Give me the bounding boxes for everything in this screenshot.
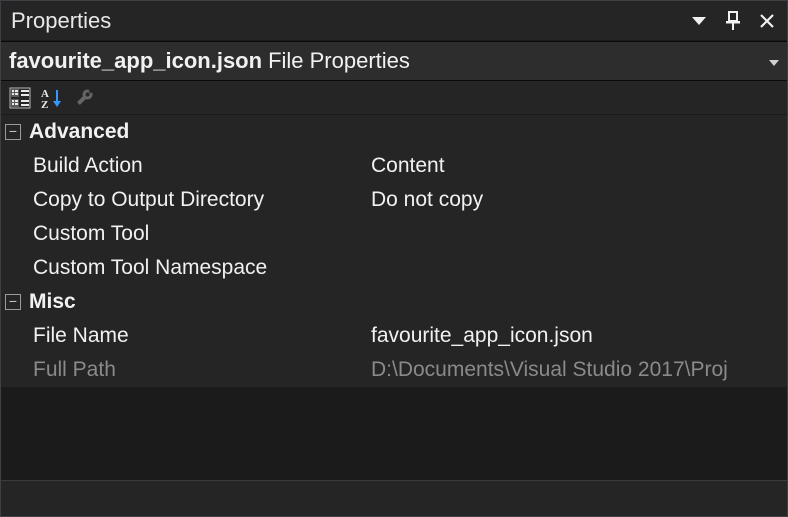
property-row[interactable]: Copy to Output DirectoryDo not copy bbox=[1, 183, 787, 217]
collapse-icon[interactable]: − bbox=[5, 294, 21, 310]
collapse-icon[interactable]: − bbox=[5, 124, 21, 140]
property-value[interactable]: D:\Documents\Visual Studio 2017\Proj bbox=[371, 358, 787, 382]
group-header[interactable]: −Misc bbox=[1, 285, 787, 319]
property-label: Copy to Output Directory bbox=[1, 188, 371, 212]
property-label: File Name bbox=[1, 324, 371, 348]
close-icon[interactable] bbox=[757, 11, 777, 31]
property-row[interactable]: Custom Tool Namespace bbox=[1, 251, 787, 285]
property-row[interactable]: Full PathD:\Documents\Visual Studio 2017… bbox=[1, 353, 787, 387]
svg-text:Z: Z bbox=[41, 99, 48, 109]
property-value[interactable]: favourite_app_icon.json bbox=[371, 324, 787, 348]
property-row[interactable]: Custom Tool bbox=[1, 217, 787, 251]
window-position-icon[interactable] bbox=[689, 11, 709, 31]
pin-icon[interactable] bbox=[723, 11, 743, 31]
chevron-down-icon[interactable] bbox=[769, 53, 779, 69]
titlebar: Properties bbox=[1, 1, 787, 41]
property-label: Custom Tool bbox=[1, 222, 371, 246]
panel-title: Properties bbox=[11, 8, 689, 34]
property-value[interactable]: Content bbox=[371, 154, 787, 178]
property-label: Full Path bbox=[1, 358, 371, 382]
properties-toolbar: A Z bbox=[1, 81, 787, 115]
object-type-label: File Properties bbox=[268, 48, 410, 74]
property-grid: −AdvancedBuild ActionContentCopy to Outp… bbox=[1, 115, 787, 387]
property-label: Custom Tool Namespace bbox=[1, 256, 371, 280]
titlebar-buttons bbox=[689, 11, 777, 31]
property-row[interactable]: File Namefavourite_app_icon.json bbox=[1, 319, 787, 353]
property-value[interactable]: Do not copy bbox=[371, 188, 787, 212]
property-label: Build Action bbox=[1, 154, 371, 178]
object-header[interactable]: favourite_app_icon.json File Properties bbox=[1, 41, 787, 81]
group-title: Advanced bbox=[29, 120, 129, 144]
alphabetical-button[interactable]: A Z bbox=[39, 85, 65, 111]
description-pane bbox=[1, 480, 787, 516]
object-name: favourite_app_icon.json bbox=[9, 48, 262, 74]
categorized-button[interactable] bbox=[7, 85, 33, 111]
group-header[interactable]: −Advanced bbox=[1, 115, 787, 149]
property-row[interactable]: Build ActionContent bbox=[1, 149, 787, 183]
property-pages-button[interactable] bbox=[71, 85, 97, 111]
group-title: Misc bbox=[29, 290, 76, 314]
